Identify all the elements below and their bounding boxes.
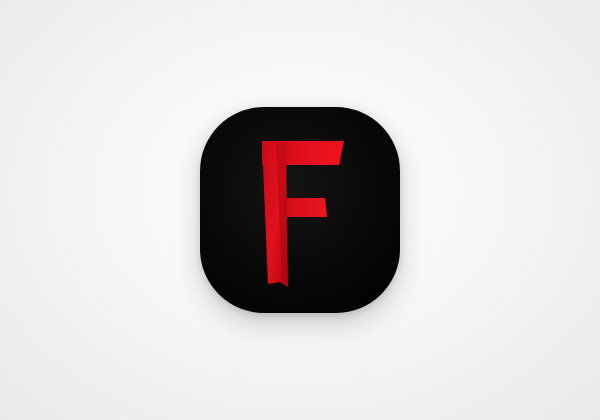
app-icon[interactable] — [200, 107, 400, 313]
letter-f-logo-icon — [262, 141, 344, 287]
canvas — [0, 0, 600, 420]
